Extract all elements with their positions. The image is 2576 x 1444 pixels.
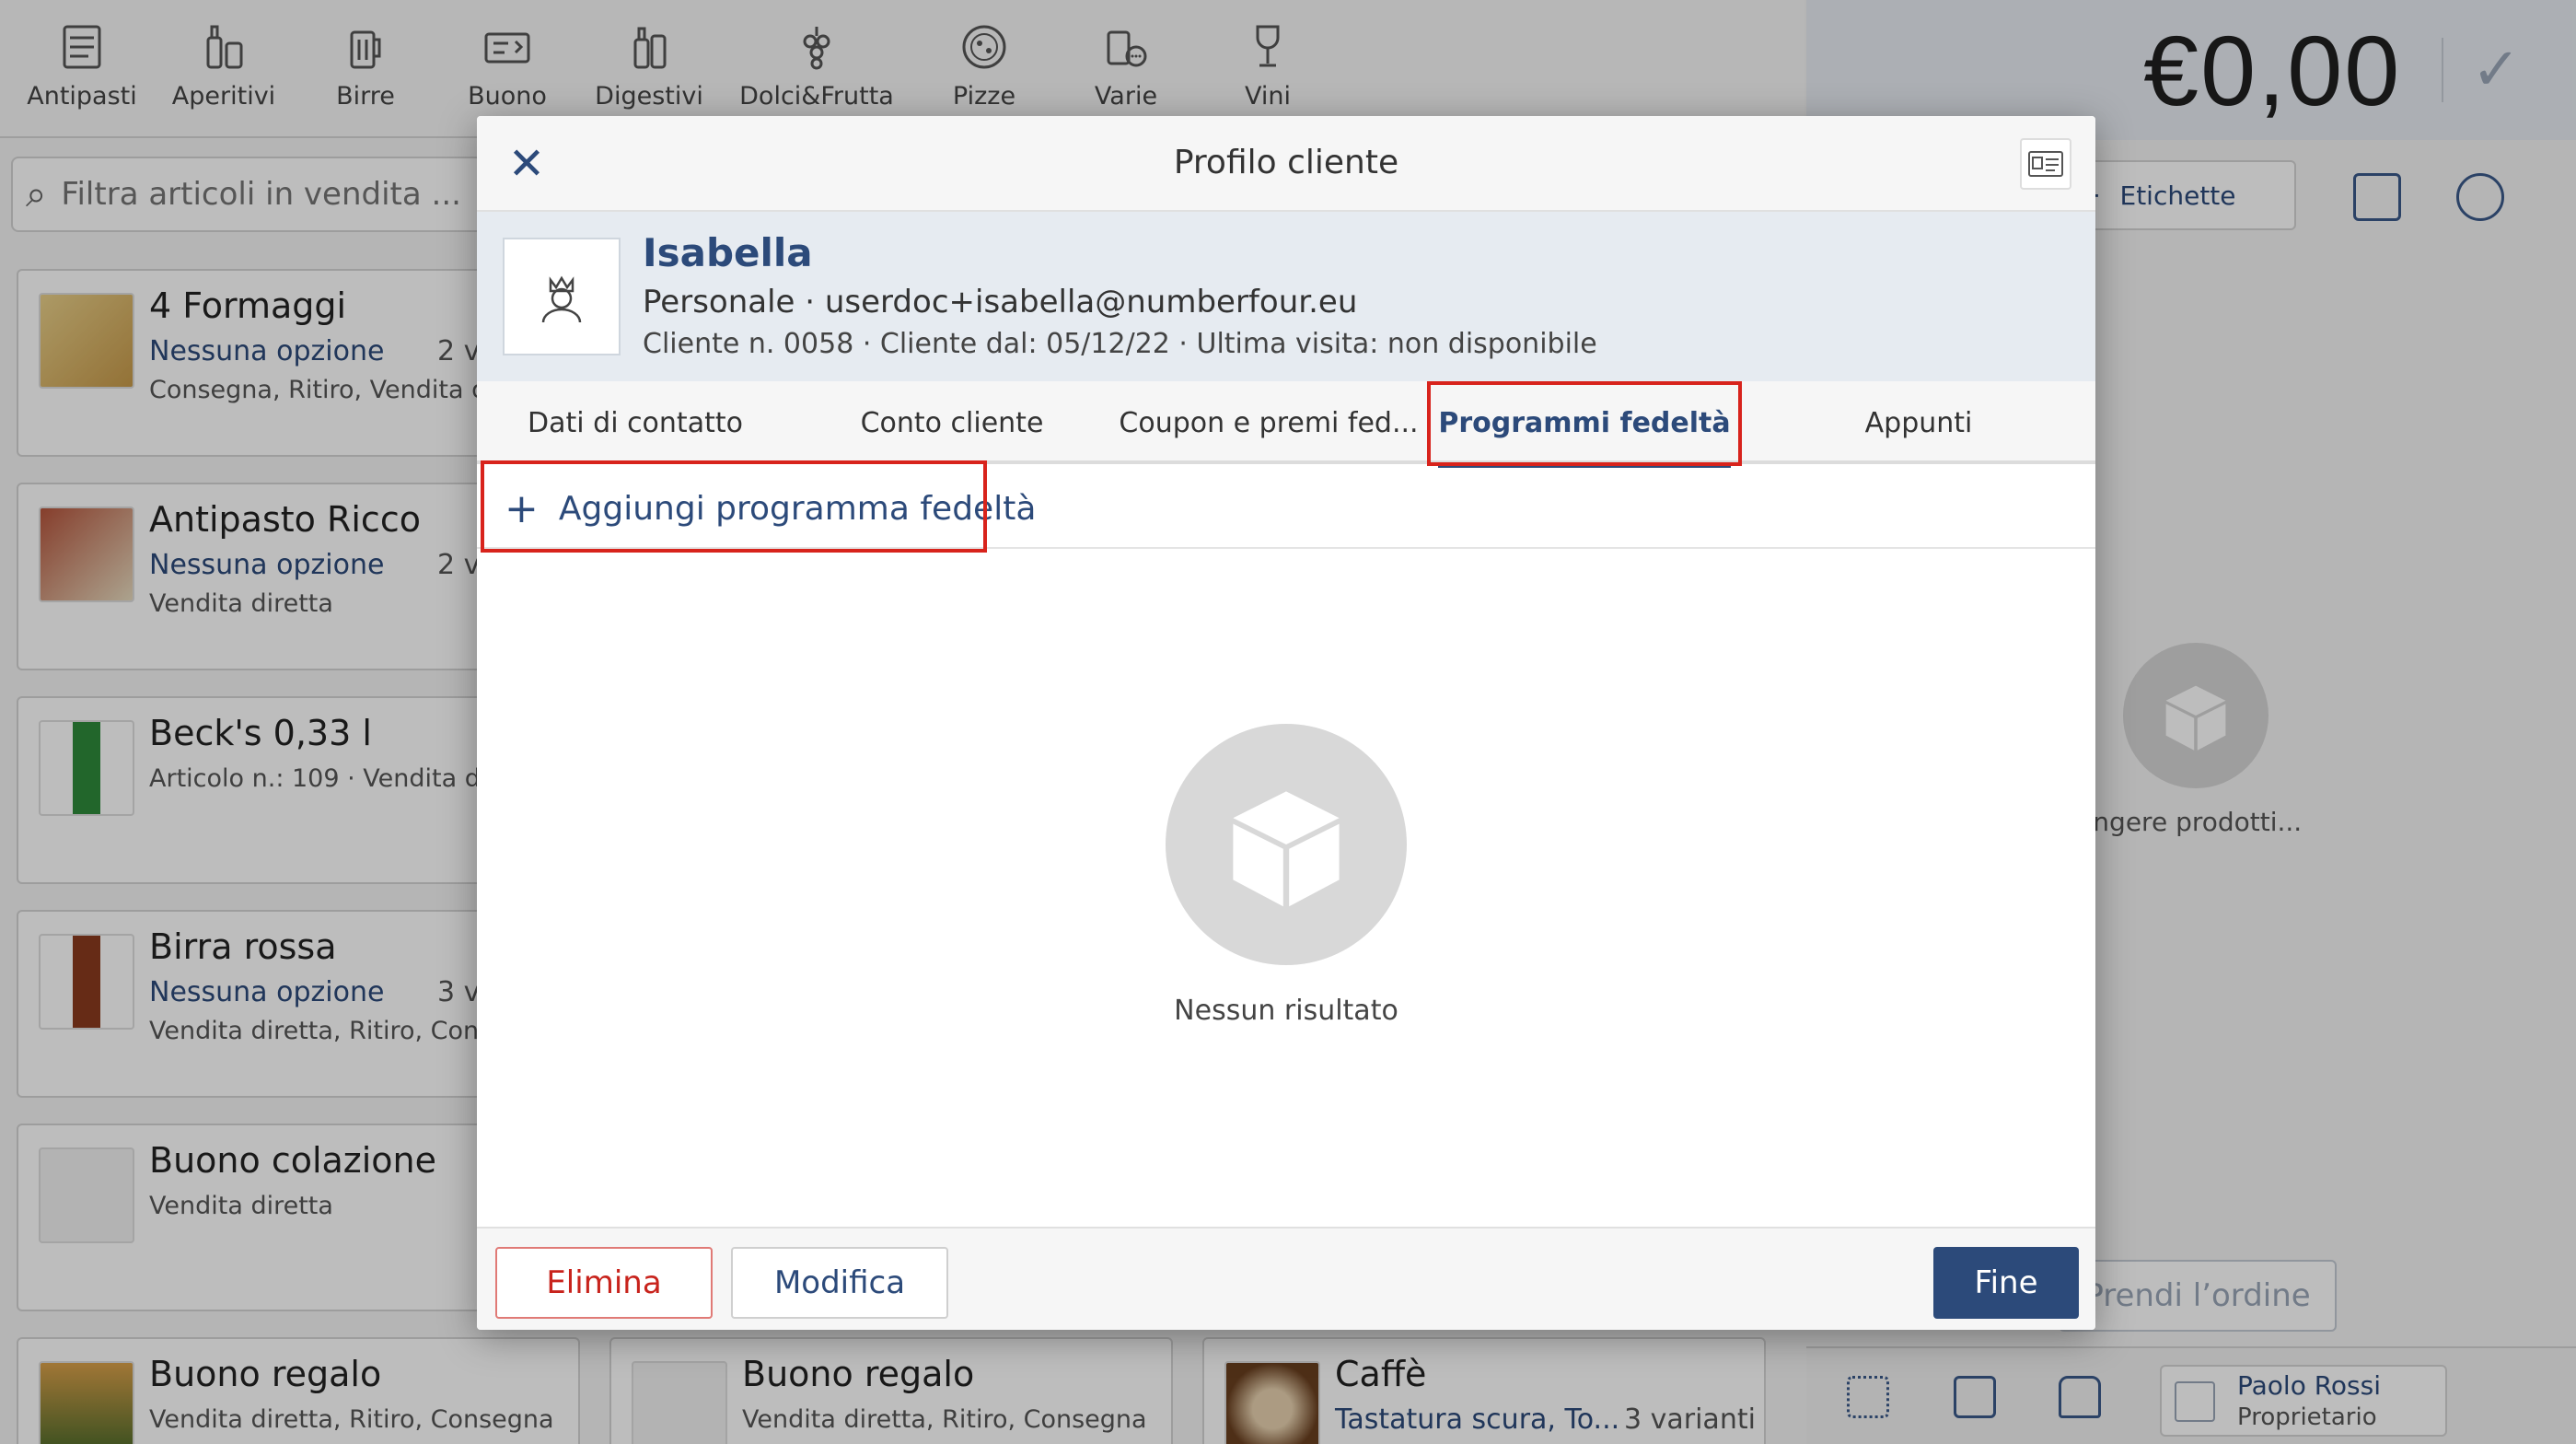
customer-name: Isabella — [643, 230, 813, 275]
tab-coupon-premi[interactable]: Coupon e premi fed... — [1110, 381, 1427, 464]
customer-meta: Cliente n. 0058 · Cliente dal: 05/12/22 … — [643, 328, 1597, 360]
dialog-header: ✕ Profilo cliente — [477, 116, 2095, 212]
delete-button[interactable]: Elimina — [495, 1247, 713, 1319]
edit-button[interactable]: Modifica — [731, 1247, 948, 1319]
empty-state-text: Nessun risultato — [1174, 995, 1398, 1027]
dialog-title: Profilo cliente — [1173, 144, 1399, 181]
plus-icon: + — [505, 484, 539, 532]
add-program-label: Aggiungi programma fedeltà — [558, 489, 1037, 528]
customer-profile-dialog: ✕ Profilo cliente Isabella Personale · u… — [477, 116, 2095, 1330]
tab-appunti[interactable]: Appunti — [1742, 381, 2095, 464]
tab-programmi-fedelta[interactable]: Programmi fedeltà — [1427, 381, 1742, 468]
add-loyalty-program-button[interactable]: + Aggiungi programma fedeltà — [486, 472, 1036, 545]
customer-type-email: Personale · userdoc+isabella@numberfour.… — [643, 284, 1358, 320]
dialog-tabs: Dati di contatto Conto cliente Coupon e … — [477, 381, 2095, 468]
id-card-icon[interactable] — [2020, 138, 2071, 190]
customer-summary: Isabella Personale · userdoc+isabella@nu… — [477, 212, 2095, 381]
dialog-footer: Elimina Modifica Fine — [477, 1227, 2095, 1330]
done-button[interactable]: Fine — [1933, 1247, 2079, 1319]
add-program-row: + Aggiungi programma fedeltà — [477, 468, 2095, 549]
tab-dati-di-contatto[interactable]: Dati di contatto — [477, 381, 794, 464]
customer-avatar-icon — [503, 238, 621, 355]
tab-conto-cliente[interactable]: Conto cliente — [794, 381, 1110, 464]
box-icon — [1166, 724, 1407, 965]
